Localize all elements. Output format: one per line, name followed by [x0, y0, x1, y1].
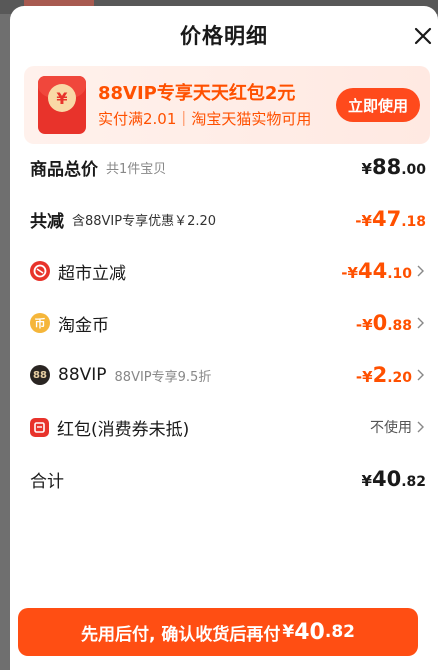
chevron-right-icon	[416, 317, 426, 329]
amount-decimal: .82	[401, 474, 426, 490]
amount-decimal: .88	[387, 318, 412, 334]
sum-label: 合计	[30, 471, 64, 492]
vip-label: 88VIP	[58, 365, 107, 385]
red-packet-icon	[30, 417, 49, 437]
row-total-discount: 共减 含88VIP专享优惠￥2.20 -¥ 47 .18	[30, 204, 426, 234]
supermarket-value: -¥ 44 .10	[341, 259, 412, 283]
supermarket-label: 超市立减	[58, 263, 126, 284]
close-icon	[414, 27, 432, 45]
amount-integer: 44	[357, 259, 388, 283]
row-goods-total: 商品总价 共1件宝贝 ¥ 88 .00	[30, 152, 426, 182]
page-title: 价格明细	[180, 24, 268, 48]
gold-coin-icon: 币	[30, 313, 50, 333]
vip-hint: 88VIP专享9.5折	[114, 369, 212, 385]
close-button[interactable]	[408, 21, 438, 51]
price-detail-sheet: 价格明细 ¥ 88VIP专享天天红包2元 实付满2.01｜淘宝天猫实物可用 立即…	[10, 6, 438, 670]
discount-label: 共减	[30, 211, 64, 232]
vip-value: -¥ 2 .20	[356, 363, 412, 387]
pay-later-button[interactable]: 先用后付, 确认收货后再付 ¥ 40 .82	[18, 608, 418, 656]
currency-symbol: ¥	[361, 472, 372, 490]
vip-88-badge-icon: 88	[30, 365, 50, 385]
chevron-right-icon	[416, 421, 426, 433]
goods-total-value: ¥ 88 .00	[362, 155, 426, 179]
redpacket-label: 红包(消费券未抵)	[57, 419, 190, 440]
currency-symbol: -¥	[341, 264, 358, 282]
supermarket-icon	[30, 261, 50, 281]
chevron-right-icon	[416, 265, 426, 277]
sum-value: ¥ 40 .82	[362, 467, 426, 491]
use-now-button[interactable]: 立即使用	[336, 88, 420, 122]
sheet-header: 价格明细	[10, 6, 438, 64]
amount-decimal: .18	[401, 214, 426, 230]
goods-total-label: 商品总价	[30, 159, 98, 180]
row-taojinbi[interactable]: 币 淘金币 -¥ 0 .88	[30, 308, 426, 338]
discount-hint: 含88VIP专享优惠￥2.20	[72, 213, 217, 229]
currency-symbol: -¥	[355, 368, 373, 386]
row-88vip[interactable]: 88 88VIP 88VIP专享9.5折 -¥ 2 .20	[30, 360, 426, 390]
amount-integer: 40	[371, 467, 402, 491]
redpacket-value: 不使用	[370, 420, 412, 436]
amount-integer: 2	[372, 363, 388, 387]
vip-redpacket-banner: ¥ 88VIP专享天天红包2元 实付满2.01｜淘宝天猫实物可用 立即使用	[24, 66, 430, 144]
currency-symbol: -¥	[355, 316, 373, 334]
discount-value: -¥ 47 .18	[355, 207, 426, 231]
amount-integer: 0	[372, 311, 388, 335]
amount-decimal: .00	[401, 162, 426, 178]
red-envelope-icon: ¥	[38, 76, 86, 134]
taojinbi-label: 淘金币	[58, 315, 109, 336]
promo-subtitle: 实付满2.01｜淘宝天猫实物可用	[98, 110, 312, 128]
currency-symbol: ¥	[282, 622, 295, 642]
currency-symbol: -¥	[355, 212, 372, 230]
promo-title: 88VIP专享天天红包2元	[98, 83, 296, 104]
row-sum: 合计 ¥ 40 .82	[30, 464, 426, 494]
amount-integer: 88	[371, 155, 402, 179]
amount-decimal: .20	[387, 370, 412, 386]
amount-decimal: .82	[324, 622, 355, 642]
amount-integer: 47	[371, 207, 402, 231]
currency-symbol: ¥	[361, 160, 372, 178]
taojinbi-value: -¥ 0 .88	[356, 311, 412, 335]
row-supermarket-discount[interactable]: 超市立减 -¥ 44 .10	[30, 256, 426, 286]
pay-later-text: 先用后付, 确认收货后再付	[81, 624, 281, 645]
amount-integer: 40	[294, 619, 325, 645]
goods-count-hint: 共1件宝贝	[106, 161, 167, 177]
yen-coin-icon: ¥	[48, 84, 76, 112]
chevron-right-icon	[416, 369, 426, 381]
row-redpacket[interactable]: 红包(消费券未抵) 不使用	[30, 412, 426, 442]
amount-decimal: .10	[387, 266, 412, 282]
